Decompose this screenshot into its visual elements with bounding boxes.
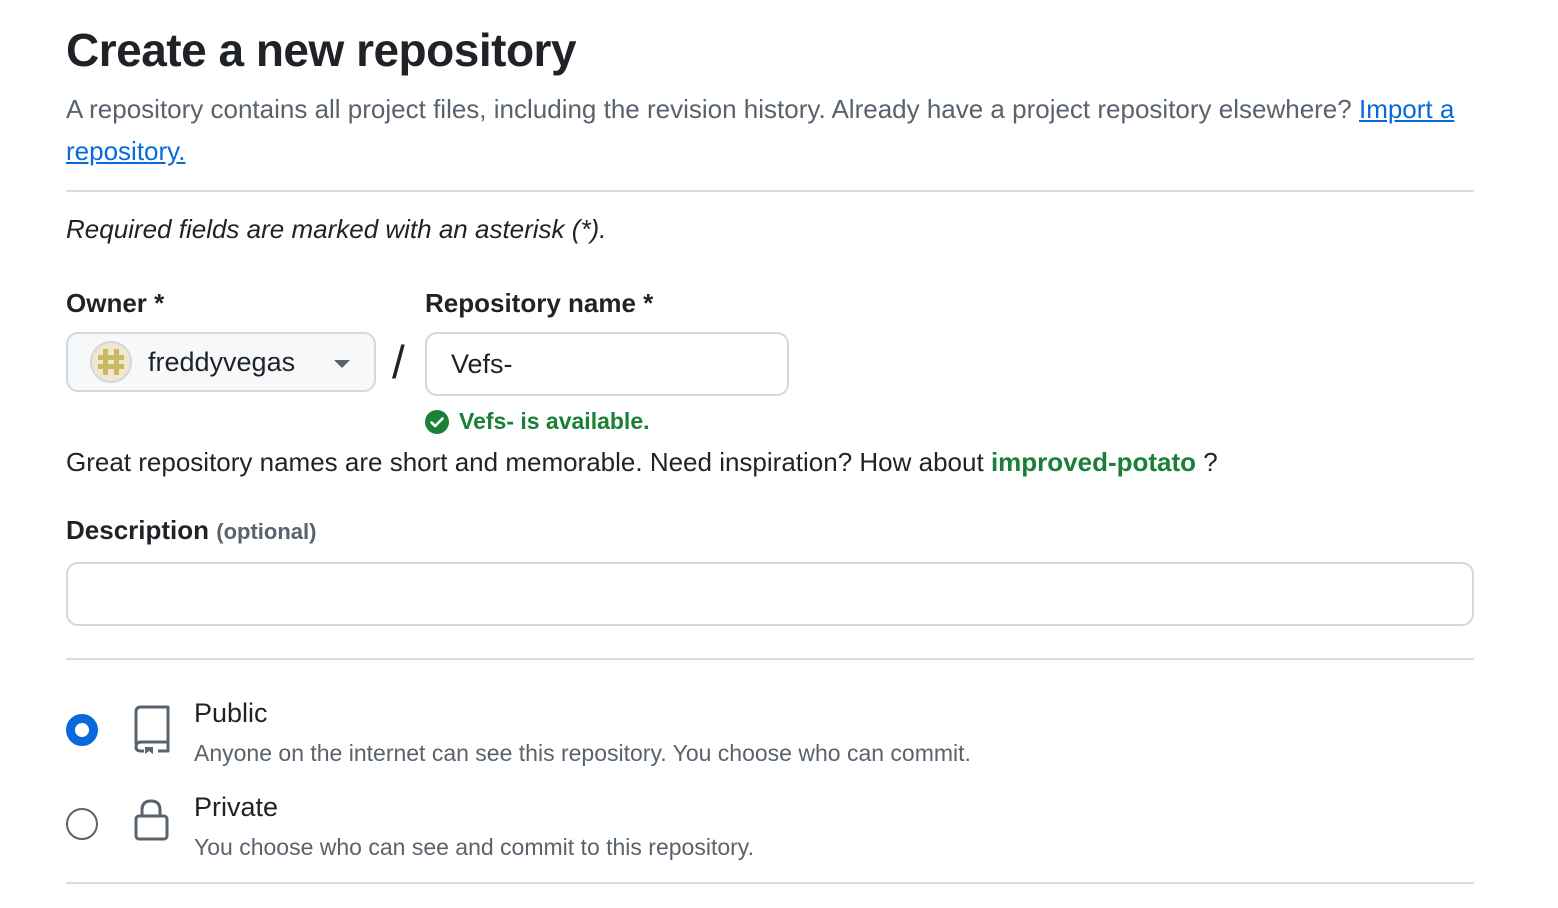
page-title: Create a new repository [66, 24, 577, 76]
identicon-avatar [90, 341, 132, 383]
description-label-text: Description [66, 515, 210, 545]
intro-description: A repository contains all project files,… [66, 94, 1352, 124]
intro-text: A repository contains all project files,… [66, 88, 1474, 172]
page: Create a new repository A repository con… [0, 0, 1558, 908]
private-radio[interactable] [66, 808, 98, 840]
identicon-icon [98, 349, 124, 375]
lock-icon [132, 798, 172, 847]
repository-name-label: Repository name * [425, 288, 654, 318]
repository-name-input[interactable] [425, 332, 789, 396]
repo-icon [132, 704, 172, 759]
suggestion-prefix: Great repository names are short and mem… [66, 447, 984, 477]
visibility-option-private[interactable]: Private You choose who can see and commi… [66, 790, 1266, 860]
owner-repo-separator: / [392, 336, 405, 388]
visibility-options: Public Anyone on the internet can see th… [66, 660, 1474, 884]
description-input[interactable] [66, 562, 1474, 626]
check-circle-icon [425, 409, 449, 434]
owner-field: Owner * [66, 286, 164, 320]
owner-repo-row: Owner * freddyvegas / Repository name * [66, 286, 1474, 436]
optional-tag: (optional) [216, 519, 317, 544]
visibility-option-public[interactable]: Public Anyone on the internet can see th… [66, 696, 1266, 766]
private-title: Private [194, 792, 279, 822]
suggested-name-button[interactable]: improved-potato [991, 447, 1196, 477]
owner-label: Owner * [66, 288, 165, 318]
required-fields-note: Required fields are marked with an aster… [66, 214, 607, 244]
public-title: Public [194, 698, 268, 728]
public-description: Anyone on the internet can see this repo… [194, 740, 971, 766]
availability-text: Vefs- is available. [459, 408, 650, 434]
create-repo-form: Create a new repository A repository con… [66, 20, 1474, 884]
repository-name-field: Repository name * Vefs- is available. [425, 286, 789, 434]
owner-select-button[interactable]: freddyvegas [66, 332, 376, 392]
private-description: You choose who can see and commit to thi… [194, 834, 754, 860]
availability-message: Vefs- is available. [425, 408, 650, 435]
section-divider [66, 190, 1474, 192]
name-suggestion: Great repository names are short and mem… [66, 444, 1474, 480]
section-divider [66, 882, 1474, 884]
description-label: Description (optional) [66, 512, 1474, 550]
chevron-down-icon [334, 360, 350, 368]
owner-name: freddyvegas [148, 346, 296, 377]
suggestion-suffix: ? [1203, 447, 1218, 477]
public-radio[interactable] [66, 714, 98, 746]
